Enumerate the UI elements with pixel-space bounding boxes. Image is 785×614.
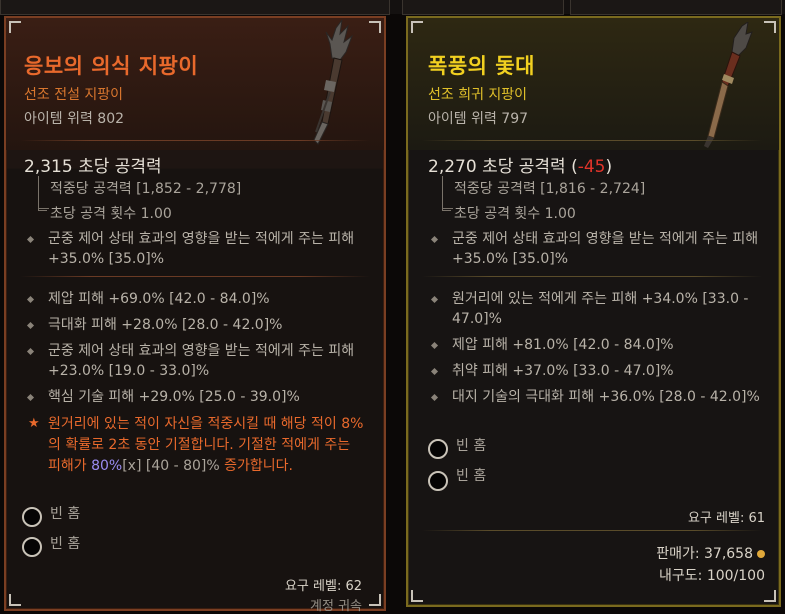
required-level: 요구 레벨: 62: [284, 579, 362, 594]
top-panel-fragment: [402, 0, 564, 15]
affix-bullet: [430, 295, 439, 304]
dps-number: 2,270 초당 공격력: [428, 157, 566, 177]
affix-line: 제압 피해 +69.0% [42.0 - 84.0]%: [48, 291, 270, 307]
top-panel-fragment: [0, 0, 390, 15]
affix-bullet: [26, 393, 35, 402]
required-level: 요구 레벨: 61: [687, 511, 765, 526]
socket-label: 빈 홈: [50, 506, 81, 522]
item-power: 아이템 위력 797: [428, 111, 529, 127]
legendary-aspect: 원거리에 있는 적이 자신을 적중시킬 때 해당 적이 8%의 확률로 2초 동…: [48, 414, 366, 477]
socket-label: 빈 홈: [456, 438, 487, 454]
section-divider: [422, 530, 762, 531]
section-divider: [20, 140, 370, 141]
affix-line: 핵심 기술 피해 +29.0% [25.0 - 39.0]%: [48, 389, 300, 405]
affix-line: 극대화 피해 +28.0% [28.0 - 42.0]%: [48, 317, 283, 333]
implicit-affix: 군중 제어 상태 효과의 영향을 받는 적에게 주는 피해 +35.0% [35…: [48, 231, 355, 267]
tree-branch: [442, 200, 451, 211]
sell-value: 판매가: 37,658: [656, 543, 765, 563]
legendary-star-icon: ★: [28, 416, 40, 431]
item-rarity-type: 선조 희귀 지팡이: [428, 87, 528, 103]
frame-corner: [411, 21, 423, 33]
dps-value: 2,315 초당 공격력: [24, 157, 162, 177]
affix-bullet: [26, 321, 35, 330]
affix-line: 취약 피해 +37.0% [33.0 - 47.0]%: [452, 363, 674, 379]
affix-line: 제압 피해 +81.0% [42.0 - 84.0]%: [452, 337, 674, 353]
empty-socket-icon[interactable]: [428, 471, 448, 491]
frame-corner: [411, 590, 423, 602]
damage-per-hit: 적중당 공격력 [1,852 - 2,778]: [50, 181, 242, 197]
implicit-affix: 군중 제어 상태 효과의 영향을 받는 적에게 주는 피해 +35.0% [35…: [452, 231, 759, 267]
affix-bullet: [26, 235, 35, 244]
frame-corner: [9, 594, 21, 606]
socket-label: 빈 홈: [456, 468, 487, 484]
item-name: 응보의 의식 지팡이: [24, 54, 199, 78]
top-ui-strip: [0, 0, 785, 15]
item-name: 폭풍의 돛대: [428, 54, 535, 78]
attacks-per-second: 초당 공격 횟수 1.00: [50, 206, 172, 222]
empty-socket-icon[interactable]: [22, 537, 42, 557]
affix-line: 군중 제어 상태 효과의 영향을 받는 적에게 주는 피해 +23.0% [19…: [48, 343, 355, 379]
affix-line: 대지 기술의 극대화 피해 +36.0% [28.0 - 42.0]%: [452, 389, 760, 405]
affix-bullet: [26, 347, 35, 356]
item-rarity-type: 선조 전설 지팡이: [24, 87, 124, 103]
staff-icon: [704, 22, 753, 148]
equipped-item-tooltip: 응보의 의식 지팡이 선조 전설 지팡이 아이템 위력 802 2,315 초당…: [4, 16, 386, 614]
compared-item-tooltip: 폭풍의 돛대 선조 희귀 지팡이 아이템 위력 797 2,270 초당 공격력…: [406, 16, 781, 607]
attacks-per-second: 초당 공격 횟수 1.00: [454, 206, 576, 222]
empty-socket-icon[interactable]: [428, 439, 448, 459]
frame-corner: [9, 21, 21, 33]
account-bound: 계정 귀속: [310, 599, 362, 614]
affix-bullet: [430, 393, 439, 402]
affix-line: 원거리에 있는 적에게 주는 피해 +34.0% [33.0 - 47.0]%: [452, 291, 749, 327]
dps-value: 2,270 초당 공격력 (-45): [428, 157, 613, 177]
section-divider: [422, 140, 762, 141]
dps-diff: -45: [577, 157, 606, 177]
top-panel-fragment: [570, 0, 782, 15]
frame-corner: [369, 594, 381, 606]
gold-coin-icon: [757, 550, 765, 558]
affix-bullet: [430, 341, 439, 350]
legendary-range: [x] [40 - 80]%: [122, 458, 220, 474]
damage-per-hit: 적중당 공격력 [1,816 - 2,724]: [454, 181, 646, 197]
empty-socket-icon[interactable]: [22, 507, 42, 527]
legendary-text-end: 증가합니다.: [224, 458, 293, 474]
section-divider: [422, 276, 762, 277]
affix-bullet: [430, 235, 439, 244]
legendary-value: 80%: [91, 458, 123, 474]
item-power: 아이템 위력 802: [24, 111, 125, 127]
staff-icon: [313, 20, 354, 145]
frame-corner: [764, 590, 776, 602]
tree-branch: [38, 200, 47, 211]
sell-value-text: 판매가: 37,658: [656, 546, 753, 562]
section-divider: [20, 276, 370, 277]
affix-bullet: [26, 295, 35, 304]
durability: 내구도: 100/100: [659, 568, 765, 584]
socket-label: 빈 홈: [50, 536, 81, 552]
affix-bullet: [430, 367, 439, 376]
